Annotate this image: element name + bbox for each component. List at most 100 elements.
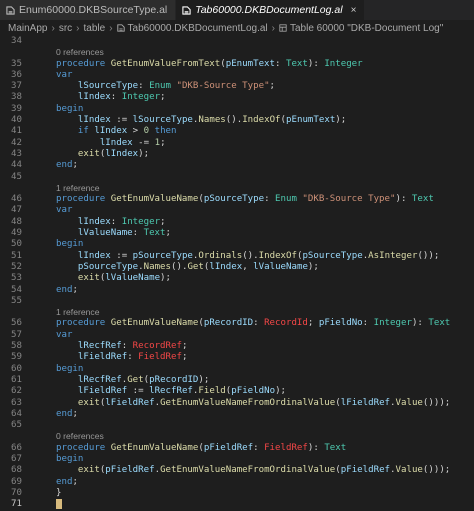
code-token: lValueName xyxy=(253,261,308,272)
code-text: lRecfRef.Get(pRecordID); xyxy=(56,375,474,386)
code-token: ; xyxy=(72,160,78,171)
code-line[interactable]: 60 begin xyxy=(0,364,474,375)
code-text: if lIndex > 0 then xyxy=(56,126,474,137)
line-number: 50 xyxy=(11,239,22,250)
code-line[interactable]: 0 references xyxy=(0,47,474,58)
code-line[interactable]: 70} xyxy=(0,488,474,499)
code-token: pFieldRef xyxy=(340,465,391,476)
file-al-icon xyxy=(182,5,191,15)
code-line[interactable]: 34 xyxy=(0,36,474,47)
code-line[interactable]: 57 var xyxy=(0,330,474,341)
code-text: exit(lValueName); xyxy=(56,273,474,284)
code-token: ; xyxy=(160,137,166,148)
code-line[interactable]: 45 xyxy=(0,172,474,183)
code-line[interactable]: 68 exit(pFieldRef.GetEnumValueNameFromOr… xyxy=(0,465,474,476)
code-line[interactable]: 58 lRecfRef: RecordRef; xyxy=(0,341,474,352)
code-token: Text xyxy=(324,442,347,453)
code-line[interactable]: 50 begin xyxy=(0,239,474,250)
code-token: procedure xyxy=(56,58,111,69)
code-token: IndexOf xyxy=(258,250,297,261)
code-line[interactable]: 35 procedure GetEnumValueFromText(pEnumTe… xyxy=(0,59,474,70)
code-token: Text xyxy=(143,228,166,239)
codelens-references[interactable]: 1 reference xyxy=(56,307,99,317)
code-token: ): xyxy=(411,318,429,329)
code-token: > xyxy=(127,126,144,137)
breadcrumb-item[interactable]: Table 60000 "DKB-Document Log" xyxy=(290,23,443,34)
line-number: 62 xyxy=(11,386,22,397)
code-line[interactable]: 39 begin xyxy=(0,104,474,115)
code-line[interactable]: 63 exit(lFieldRef.GetEnumValueNameFromOr… xyxy=(0,398,474,409)
code-line[interactable]: 41 if lIndex > 0 then xyxy=(0,126,474,137)
code-line[interactable]: 0 references xyxy=(0,431,474,442)
code-token: lValueName xyxy=(77,228,133,239)
breadcrumb-item[interactable]: src xyxy=(59,23,72,34)
code-line[interactable]: 44 end; xyxy=(0,160,474,171)
code-line[interactable]: 61 lRecfRef.Get(pRecordID); xyxy=(0,375,474,386)
code-token: Value xyxy=(395,465,423,476)
code-token: ; xyxy=(160,216,166,227)
code-text: lIndex := lSourceType.Names().IndexOf(pE… xyxy=(56,115,474,126)
code-line[interactable]: 66 procedure GetEnumValueName(pFieldRef: … xyxy=(0,443,474,454)
code-token: Get xyxy=(187,261,204,272)
line-number: 35 xyxy=(11,58,22,69)
code-line[interactable]: 53 exit(lValueName); xyxy=(0,273,474,284)
code-line[interactable]: 42 lIndex -= 1; xyxy=(0,138,474,149)
code-token: Integer xyxy=(324,58,363,69)
breadcrumb-item[interactable]: MainApp xyxy=(8,23,47,34)
tab-2[interactable]: Tab60000.DKBDocumentLog.al × xyxy=(176,0,366,20)
code-line[interactable]: 52 pSourceType.Names().Get(lIndex, lValu… xyxy=(0,262,474,273)
code-line[interactable]: 64 end; xyxy=(0,409,474,420)
code-line[interactable]: 55 xyxy=(0,296,474,307)
code-token: GetEnumValueNameFromOrdinalValue xyxy=(160,465,336,476)
code-line[interactable]: 36 var xyxy=(0,70,474,81)
line-number: 40 xyxy=(11,115,22,126)
code-token: ())); xyxy=(422,397,451,408)
line-number: 44 xyxy=(11,160,22,171)
code-line[interactable]: 54 end; xyxy=(0,285,474,296)
chevron-right-icon: › xyxy=(51,22,55,34)
code-line[interactable]: 69 end; xyxy=(0,477,474,488)
codelens-references[interactable]: 1 reference xyxy=(56,183,99,193)
code-line[interactable]: 40 lIndex := lSourceType.Names().IndexOf… xyxy=(0,115,474,126)
code-line[interactable]: 1 reference xyxy=(0,307,474,318)
line-number: 55 xyxy=(11,295,22,306)
code-token: Integer xyxy=(373,318,412,329)
code-line[interactable]: 49 lValueName: Text; xyxy=(0,228,474,239)
code-line[interactable]: 62 lFieldRef := lRecfRef.Field(pFieldNo)… xyxy=(0,386,474,397)
code-token: lRecfRef xyxy=(77,374,122,385)
code-token: lSourceType xyxy=(132,115,193,126)
breadcrumb-item[interactable]: Tab60000.DKBDocumentLog.al xyxy=(128,23,268,34)
codelens-references[interactable]: 0 references xyxy=(56,47,104,57)
code-editor[interactable]: 34 0 references 35 procedure GetEnumValueFr… xyxy=(0,36,474,510)
line-number: 58 xyxy=(11,341,22,352)
code-line[interactable]: 59 lFieldRef: FieldRef; xyxy=(0,352,474,363)
code-line[interactable]: 51 lIndex := pSourceType.Ordinals().Inde… xyxy=(0,251,474,262)
code-line[interactable]: 46 procedure GetEnumValueName(pSourceType… xyxy=(0,194,474,205)
code-text: lIndex: Integer; xyxy=(56,217,474,228)
chevron-right-icon: › xyxy=(271,22,275,34)
code-line[interactable]: 37 lSourceType: Enum "DKB-Source Type"; xyxy=(0,81,474,92)
code-line[interactable]: 1 reference xyxy=(0,183,474,194)
code-line[interactable]: 48 lIndex: Integer; xyxy=(0,217,474,228)
code-line[interactable]: 38 lIndex: Integer; xyxy=(0,92,474,103)
code-text: procedure GetEnumValueFromText(pEnumText… xyxy=(56,59,474,70)
code-token: : xyxy=(275,58,286,69)
code-line[interactable]: 43 exit(lIndex); xyxy=(0,149,474,160)
code-line[interactable]: 65 xyxy=(0,420,474,431)
code-text: exit(lIndex); xyxy=(56,149,474,160)
code-text: var xyxy=(56,330,474,341)
code-line[interactable]: 47 var xyxy=(0,205,474,216)
close-tab-button[interactable]: × xyxy=(351,5,357,16)
code-line[interactable]: 67 begin xyxy=(0,454,474,465)
line-number: 67 xyxy=(11,453,22,464)
code-line[interactable]: 56 procedure GetEnumValueName(pRecordID: … xyxy=(0,318,474,329)
tab-1[interactable]: Enum60000.DKBSourceType.al xyxy=(0,0,177,20)
breadcrumb-item[interactable]: table xyxy=(84,23,106,34)
codelens-references[interactable]: 0 references xyxy=(56,431,104,441)
